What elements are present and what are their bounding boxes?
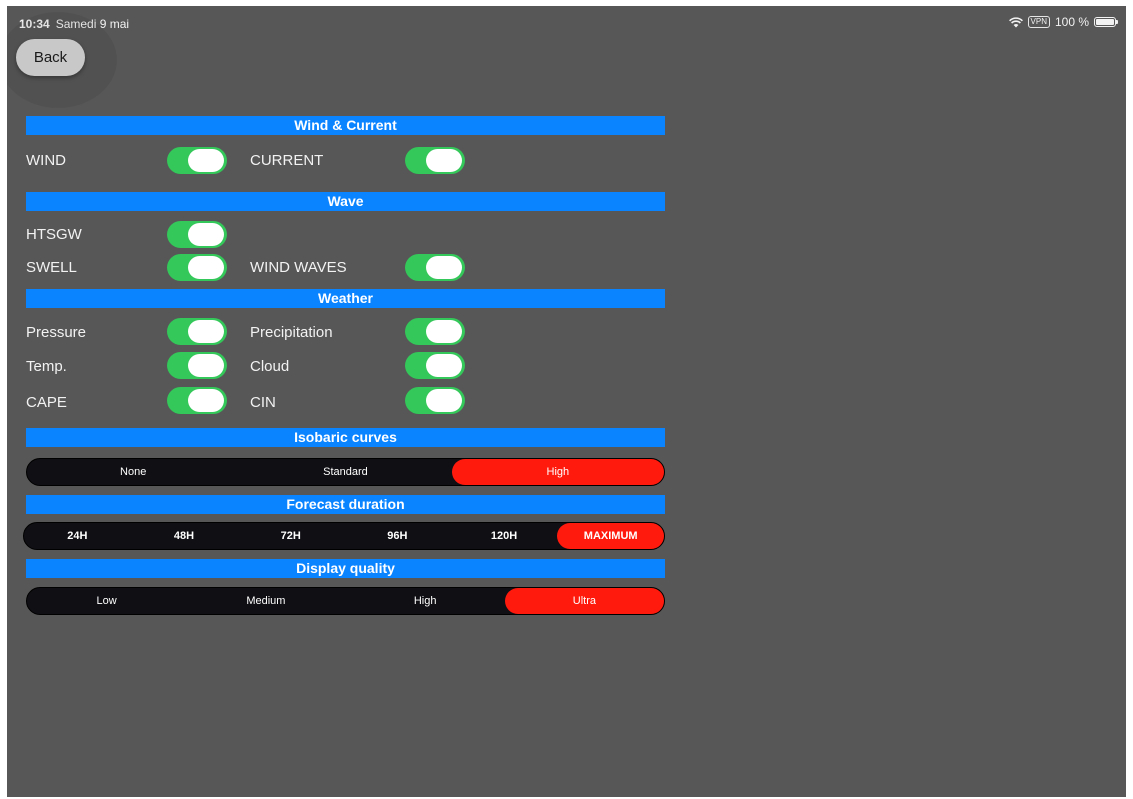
forecast-option-120h[interactable]: 120H	[451, 523, 558, 549]
wind-label: WIND	[26, 152, 66, 169]
current-label: CURRENT	[250, 152, 324, 169]
cloud-label: Cloud	[250, 358, 290, 375]
section-header-wave: Wave	[26, 192, 665, 211]
forecast-option-72h[interactable]: 72H	[237, 523, 344, 549]
settings-screen: 10:34 Samedi 9 mai VPN 100 % Back Wind & …	[7, 6, 1126, 797]
cape-toggle[interactable]	[167, 387, 227, 414]
toggle-knob	[188, 320, 224, 343]
quality-option-high[interactable]: High	[346, 588, 505, 614]
toggle-knob	[426, 149, 462, 172]
back-button[interactable]: Back	[16, 39, 85, 76]
forecast-option-24h[interactable]: 24H	[24, 523, 131, 549]
forecast-option-maximum[interactable]: MAXIMUM	[557, 523, 665, 549]
section-header-quality: Display quality	[26, 559, 665, 578]
swell-label: SWELL	[26, 259, 77, 276]
isobaric-option-none[interactable]: None	[27, 459, 239, 485]
quality-option-ultra[interactable]: Ultra	[504, 588, 664, 614]
battery-icon	[1094, 17, 1118, 27]
forecast-segmented-control: 24H 48H 72H 96H 120H MAXIMUM	[23, 522, 665, 550]
battery-percent: 100 %	[1054, 15, 1089, 29]
toggle-knob	[188, 354, 224, 377]
temp-label: Temp.	[26, 358, 67, 375]
section-header-weather: Weather	[26, 289, 665, 308]
toggle-knob	[426, 354, 462, 377]
wind-toggle[interactable]	[167, 147, 227, 174]
htsgw-label: HTSGW	[26, 226, 82, 243]
isobaric-option-high[interactable]: High	[451, 459, 664, 485]
cloud-toggle[interactable]	[405, 352, 465, 379]
forecast-option-96h[interactable]: 96H	[344, 523, 451, 549]
wind-waves-label: WIND WAVES	[250, 259, 347, 276]
toggle-knob	[188, 256, 224, 279]
toggle-knob	[426, 256, 462, 279]
isobaric-option-standard[interactable]: Standard	[239, 459, 451, 485]
toggle-knob	[188, 223, 224, 246]
pressure-label: Pressure	[26, 324, 87, 341]
cin-toggle[interactable]	[405, 387, 465, 414]
toggle-knob	[188, 149, 224, 172]
quality-segmented-control: Low Medium High Ultra	[26, 587, 665, 615]
wind-waves-toggle[interactable]	[405, 254, 465, 281]
section-header-wind-current: Wind & Current	[26, 116, 665, 135]
htsgw-toggle[interactable]	[167, 221, 227, 248]
pressure-toggle[interactable]	[167, 318, 227, 345]
cin-label: CIN	[250, 394, 276, 411]
section-header-isobaric: Isobaric curves	[26, 428, 665, 447]
isobaric-segmented-control: None Standard High	[26, 458, 665, 486]
wifi-icon	[1008, 16, 1023, 27]
quality-option-low[interactable]: Low	[27, 588, 186, 614]
cape-label: CAPE	[26, 394, 67, 411]
toggle-knob	[426, 320, 462, 343]
toggle-knob	[426, 389, 462, 412]
precipitation-label: Precipitation	[250, 324, 333, 341]
quality-option-medium[interactable]: Medium	[186, 588, 345, 614]
current-toggle[interactable]	[405, 147, 465, 174]
forecast-option-48h[interactable]: 48H	[131, 523, 238, 549]
section-header-forecast: Forecast duration	[26, 495, 665, 514]
swell-toggle[interactable]	[167, 254, 227, 281]
vpn-badge: VPN	[1027, 16, 1050, 28]
toggle-knob	[188, 389, 224, 412]
status-indicators: VPN 100 %	[1008, 15, 1118, 29]
precipitation-toggle[interactable]	[405, 318, 465, 345]
temp-toggle[interactable]	[167, 352, 227, 379]
